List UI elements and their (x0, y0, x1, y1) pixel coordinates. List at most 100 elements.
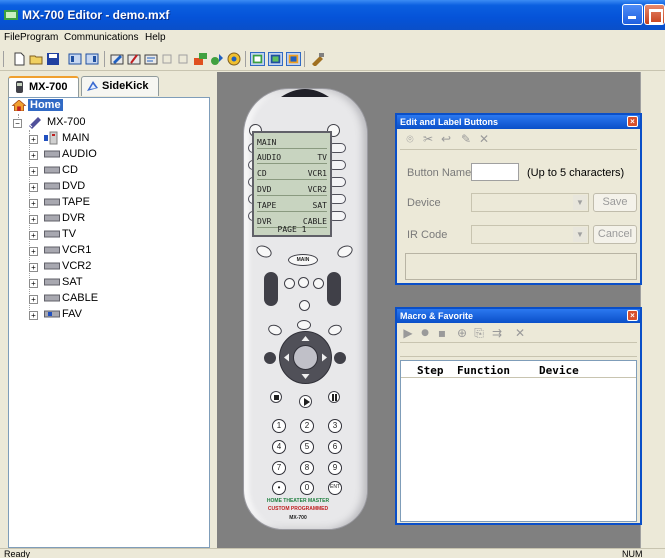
close-icon[interactable]: × (627, 310, 638, 321)
expand-icon[interactable]: + (29, 199, 38, 208)
dpad[interactable] (278, 330, 333, 385)
device-select[interactable]: ▼ (471, 193, 589, 212)
upload-icon[interactable] (210, 52, 225, 66)
status-bar: Ready NUM (0, 548, 665, 558)
view-panels-icon[interactable] (286, 52, 301, 66)
delete-icon[interactable]: ✕ (513, 326, 527, 340)
tab-mx700[interactable]: MX-700 (8, 76, 79, 97)
play-icon[interactable]: ▶ (401, 326, 415, 340)
guide-button[interactable] (299, 300, 310, 311)
tv-button[interactable] (298, 277, 309, 288)
macro-icon[interactable] (144, 52, 159, 66)
lcd-row[interactable]: CD VCR1 (257, 167, 327, 180)
expand-icon[interactable]: + (29, 295, 38, 304)
tab-sidekick[interactable]: SideKick (81, 76, 159, 96)
mute-button[interactable] (284, 278, 295, 289)
collapse-icon[interactable]: − (13, 119, 22, 128)
expand-icon[interactable]: + (29, 183, 38, 192)
button-name-hint: (Up to 5 characters) (527, 167, 625, 179)
number-button-8[interactable]: 8 (300, 461, 314, 475)
expand-icon[interactable]: + (29, 167, 38, 176)
open-folder-icon[interactable] (29, 52, 44, 66)
learn-icon[interactable] (127, 52, 142, 66)
menu-help[interactable]: Help (145, 32, 166, 43)
toolbar (0, 47, 665, 71)
view-remote-icon[interactable] (268, 52, 283, 66)
number-button-0[interactable]: 0 (300, 481, 314, 495)
column-header-function[interactable]: Function (457, 364, 510, 377)
cut-icon[interactable]: ✂ (421, 132, 435, 146)
paste-icon[interactable]: ⎘ (472, 326, 486, 340)
number-button-9[interactable]: 9 (328, 461, 342, 475)
expand-icon[interactable]: + (29, 247, 38, 256)
skip-forward-button[interactable] (334, 352, 346, 364)
tools-icon[interactable] (310, 52, 325, 66)
skip-back-button[interactable] (264, 352, 276, 364)
save-icon[interactable]: ▪ (435, 326, 449, 340)
button-name-field[interactable] (471, 163, 519, 181)
channel-rocker[interactable] (327, 272, 341, 306)
expand-icon[interactable]: + (29, 215, 38, 224)
lcd-row[interactable]: TAPE SAT (257, 199, 327, 212)
info-button[interactable] (297, 320, 311, 330)
add-step-icon[interactable]: ⇉ (490, 326, 504, 340)
lcd-row[interactable]: AUDIO TV (257, 151, 327, 164)
number-button-4[interactable]: 4 (272, 440, 286, 454)
macro-favorite-panel: Macro & Favorite × ▶ ● ▪ ⊕ ⎘ ⇉ ✕ Step Fu… (395, 307, 642, 525)
menu-file[interactable]: File (4, 32, 20, 43)
number-button-1[interactable]: 1 (272, 419, 286, 433)
stop-button[interactable] (270, 391, 282, 403)
learn-ir-icon[interactable]: ⌾ (403, 132, 417, 146)
copy-icon[interactable] (160, 52, 175, 66)
play-button[interactable] (299, 395, 312, 408)
ir-code-select[interactable]: ▼ (471, 225, 589, 244)
lcd-row[interactable]: DVD VCR2 (257, 183, 327, 196)
number-button-2[interactable]: 2 (300, 419, 314, 433)
volume-rocker[interactable] (264, 272, 278, 306)
number-button-3[interactable]: 3 (328, 419, 342, 433)
pause-button[interactable] (328, 391, 340, 403)
minimize-button[interactable] (622, 4, 643, 25)
save-button[interactable]: Save (593, 193, 637, 212)
delete-icon[interactable]: ✕ (477, 132, 491, 146)
dash-button[interactable]: • (272, 481, 286, 495)
communication-icon[interactable] (227, 52, 242, 66)
maximize-button[interactable] (644, 4, 665, 25)
insert-icon[interactable]: ⊕ (455, 326, 469, 340)
enter-button[interactable]: ENT (328, 481, 342, 495)
lcd-row[interactable]: MAIN (257, 136, 327, 149)
view-tree-icon[interactable] (250, 52, 265, 66)
close-icon[interactable]: × (627, 116, 638, 127)
sidekick-icon (87, 81, 98, 91)
new-icon[interactable] (12, 52, 27, 66)
device-icon (44, 230, 60, 238)
number-button-7[interactable]: 7 (272, 461, 286, 475)
expand-icon[interactable]: + (29, 311, 38, 320)
number-button-6[interactable]: 6 (328, 440, 342, 454)
edit-icon[interactable]: ✎ (459, 132, 473, 146)
save-icon[interactable] (46, 52, 61, 66)
brand-line-2: CUSTOM PROGRAMMED (267, 506, 329, 512)
status-text: Ready (4, 549, 31, 558)
main-button[interactable]: MAIN (288, 254, 318, 266)
expand-icon[interactable]: + (29, 263, 38, 272)
prev-button[interactable] (313, 278, 324, 289)
download-icon[interactable] (193, 52, 208, 66)
menu-program[interactable]: Program (20, 32, 58, 43)
menu-communications[interactable]: Communications (64, 32, 138, 43)
expand-icon[interactable]: + (29, 135, 38, 144)
expand-icon[interactable]: + (29, 151, 38, 160)
cancel-button[interactable]: Cancel (593, 225, 637, 244)
column-header-device[interactable]: Device (539, 364, 579, 377)
expand-icon[interactable]: + (29, 279, 38, 288)
remote-device-icon (29, 117, 41, 129)
undo-icon[interactable]: ↩ (439, 132, 453, 146)
number-button-5[interactable]: 5 (300, 440, 314, 454)
record-icon[interactable]: ● (418, 326, 432, 340)
import-icon[interactable] (68, 52, 83, 66)
expand-icon[interactable]: + (29, 231, 38, 240)
edit-label-icon[interactable] (110, 52, 125, 66)
column-header-step[interactable]: Step (417, 364, 444, 377)
paste-icon[interactable] (176, 52, 191, 66)
export-icon[interactable] (85, 52, 100, 66)
